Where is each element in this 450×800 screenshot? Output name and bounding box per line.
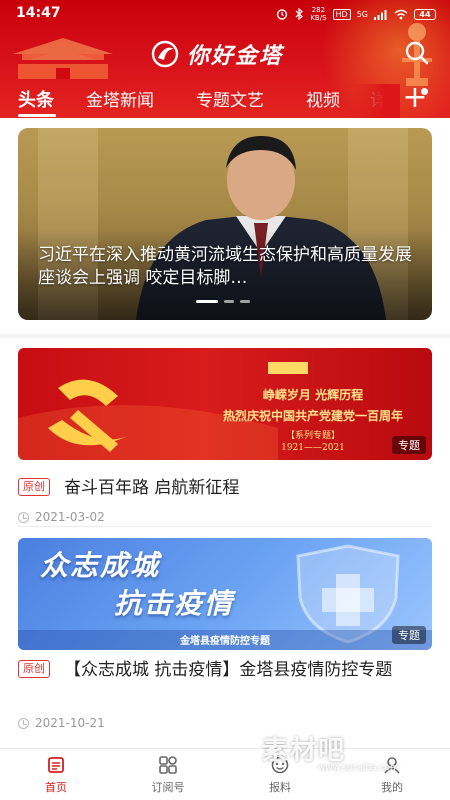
thumbnail-headline-2: 抗击疫情 — [114, 587, 235, 620]
tiananmen-illustration — [13, 38, 113, 79]
wifi-icon — [394, 9, 408, 19]
subscribe-icon — [159, 756, 177, 774]
hd-badge: HD — [332, 8, 351, 20]
article-thumbnail[interactable]: 峥嵘岁月 光辉历程 热烈庆祝中国共产党建党一百周年 【系列专题】 1921——2… — [18, 348, 432, 460]
topic-badge: 专题 — [392, 626, 426, 644]
tab-fade — [350, 84, 400, 118]
add-channel-button[interactable]: + — [398, 83, 432, 118]
article-title[interactable]: 原创 奋斗百年路 启航新征程 — [18, 476, 432, 501]
signal-icon — [374, 9, 387, 20]
nav-home[interactable]: 首页 — [16, 755, 96, 795]
search-icon[interactable] — [404, 40, 430, 66]
article-title[interactable]: 原创 【众志成城 抗击疫情】金塔县疫情防控专题 — [18, 658, 432, 683]
status-icons: 282 KB/S HD 5G 44 — [276, 6, 436, 22]
thumbnail-headline-1: 众志成城 — [40, 549, 161, 582]
clock-icon — [18, 717, 29, 729]
carousel-dot — [224, 300, 234, 303]
tab-special-topics[interactable]: 专题文艺 — [196, 86, 264, 111]
header: 14:47 282 KB/S HD 5G 44 你好金塔 头条 金塔新闻 专题文… — [0, 0, 450, 118]
plus-icon: + — [402, 80, 428, 115]
article-thumbnail[interactable]: 众志成城 抗击疫情 金塔县疫情防控专题 专题 — [18, 538, 432, 650]
topic-badge: 专题 — [392, 436, 426, 454]
article-meta: 2021-03-02 — [18, 510, 105, 524]
nav-subscriptions[interactable]: 订阅号 — [128, 755, 208, 795]
thumbnail-caption: 金塔县疫情防控专题 — [180, 636, 270, 647]
network-speed: 282 KB/S — [310, 6, 327, 22]
channel-tabs: 头条 金塔新闻 专题文艺 视频 详 + — [0, 83, 450, 118]
logo-icon — [151, 40, 179, 68]
app-logo: 你好金塔 — [148, 38, 283, 70]
banner-title[interactable]: 习近平在深入推动黄河流域生态保护和高质量发展座谈会上强调 咬定目标脚… — [38, 244, 418, 290]
active-tab-indicator — [18, 114, 56, 117]
article-date: 2021-10-21 — [35, 716, 105, 730]
tab-headlines[interactable]: 头条 — [18, 86, 54, 112]
carousel-indicator — [196, 300, 250, 303]
watermark: 素材吧 www.sucaiba.com — [262, 736, 399, 773]
app-screen: 14:47 282 KB/S HD 5G 44 你好金塔 头条 金塔新闻 专题文… — [0, 0, 450, 800]
article-meta: 2021-10-21 — [18, 716, 105, 730]
banner-carousel[interactable]: 习近平在深入推动黄河流域生态保护和高质量发展座谈会上强调 咬定目标脚… — [18, 128, 432, 320]
clock-icon — [18, 511, 29, 523]
article-list: 峥嵘岁月 光辉历程 热烈庆祝中国共产党建党一百周年 【系列专题】 1921——2… — [0, 338, 450, 748]
home-icon — [48, 757, 64, 773]
article-card[interactable]: 众志成城 抗击疫情 金塔县疫情防控专题 专题 原创 【众志成城 抗击疫情】金塔县疫… — [18, 538, 432, 748]
bluetooth-icon — [295, 8, 304, 20]
article-card[interactable]: 峥嵘岁月 光辉历程 热烈庆祝中国共产党建党一百周年 【系列专题】 1921——2… — [18, 348, 432, 524]
original-badge: 原创 — [18, 478, 50, 496]
article-date: 2021-03-02 — [35, 510, 105, 524]
carousel-dot — [240, 300, 250, 303]
status-bar: 14:47 282 KB/S HD 5G 44 — [0, 0, 450, 26]
original-badge: 原创 — [18, 660, 50, 678]
app-name: 你好金塔 — [187, 43, 284, 69]
carousel-dot — [196, 300, 218, 303]
signal-5g-label: 5G — [356, 9, 368, 19]
thumbnail-caption: 峥嵘岁月 光辉历程 热烈庆祝中国共产党建党一百周年 【系列专题】 1921——2… — [222, 388, 403, 453]
banner-section: 习近平在深入推动黄河流域生态保护和高质量发展座谈会上强调 咬定目标脚… — [0, 118, 450, 334]
tab-jinta-news[interactable]: 金塔新闻 — [86, 86, 154, 111]
tab-video[interactable]: 视频 — [306, 86, 340, 111]
alarm-icon — [277, 9, 288, 20]
status-time: 14:47 — [16, 5, 61, 21]
notification-dot — [421, 88, 428, 95]
divider — [18, 526, 432, 527]
battery-icon: 44 — [414, 8, 436, 20]
